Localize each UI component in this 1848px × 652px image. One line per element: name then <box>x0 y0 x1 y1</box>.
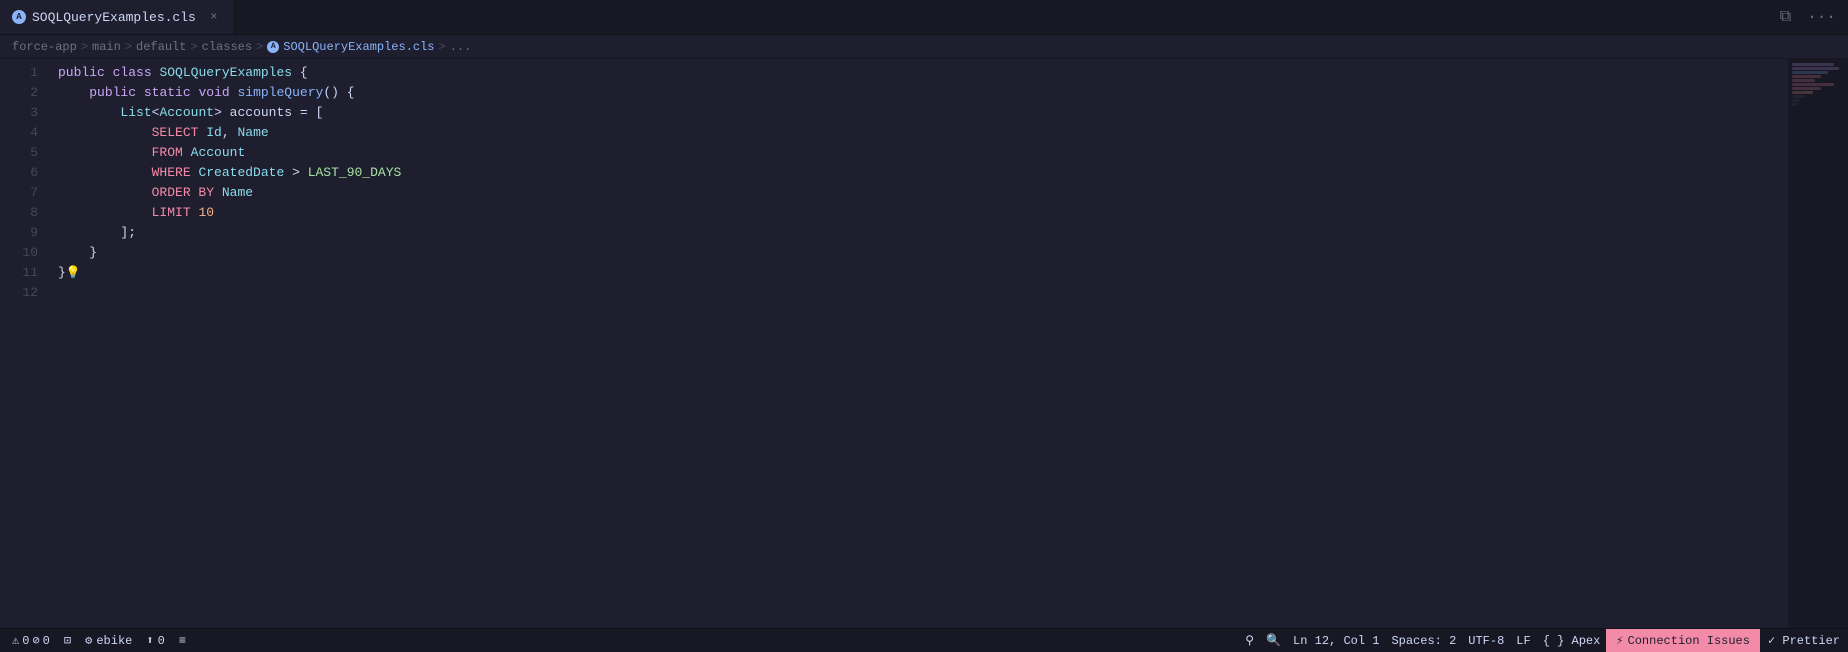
breadcrumb-filename[interactable]: SOQLQueryExamples.cls <box>283 40 434 54</box>
layout-button[interactable]: ⊡ <box>58 633 77 648</box>
code-line-8: LIMIT 10 <box>58 203 1788 223</box>
warning-count-value: 0 <box>22 634 29 648</box>
language-mode[interactable]: { } Apex <box>1537 629 1607 652</box>
menu-button[interactable]: ≡ <box>173 634 192 648</box>
mini-line-3 <box>1792 71 1828 74</box>
code-line-4: SELECT Id, Name <box>58 123 1788 143</box>
minimap <box>1788 59 1848 628</box>
code-line-1: public class SOQLQueryExamples { <box>58 63 1788 83</box>
indentation[interactable]: Spaces: 2 <box>1385 629 1462 652</box>
deploy-icon: ⬆ <box>146 633 153 648</box>
code-line-12 <box>58 283 1788 303</box>
breadcrumb-sep-1: > <box>81 40 88 54</box>
warning-triangle-icon: ⚠ <box>12 633 19 648</box>
layout-icon: ⊡ <box>64 633 71 648</box>
line-num-3: 3 <box>30 103 38 123</box>
status-bar: ⚠ 0 ⊘ 0 ⊡ ⚙ ebike ⬆ 0 ≡ ⚲ 🔍 <box>0 628 1848 652</box>
line-ending[interactable]: LF <box>1510 629 1536 652</box>
code-line-2: public static void simpleQuery() { <box>58 83 1788 103</box>
minimap-content <box>1788 59 1848 111</box>
line-num-12: 12 <box>22 283 38 303</box>
line-num-5: 5 <box>30 143 38 163</box>
connection-issues-button[interactable]: ⚡ Connection Issues <box>1606 629 1760 652</box>
breadcrumb: force-app > main > default > classes > A… <box>0 35 1848 59</box>
search-status-button[interactable]: ⚲ <box>1239 629 1260 652</box>
breadcrumb-sep-5: > <box>439 40 446 54</box>
breadcrumb-ellipsis[interactable]: ... <box>450 40 472 54</box>
mini-line-5 <box>1792 79 1815 82</box>
mini-line-11 <box>1792 103 1797 106</box>
org-icon: ⚙ <box>85 633 92 648</box>
status-bar-right: ⚲ 🔍 Ln 12, Col 1 Spaces: 2 UTF-8 LF { } … <box>1239 629 1848 652</box>
zoom-icon: 🔍 <box>1266 633 1281 648</box>
tab-bar-right: ⧉ ··· <box>1776 6 1848 28</box>
mini-line-9 <box>1792 95 1805 98</box>
zoom-button[interactable]: 🔍 <box>1260 629 1287 652</box>
line-num-2: 2 <box>30 83 38 103</box>
prettier-label: ✓ Prettier <box>1768 633 1840 648</box>
tab-filename: SOQLQueryExamples.cls <box>32 10 196 25</box>
mini-line-6 <box>1792 83 1834 86</box>
org-button[interactable]: ⚙ ebike <box>79 633 138 648</box>
code-line-10: } <box>58 243 1788 263</box>
error-count-value: 0 <box>43 634 50 648</box>
split-editor-button[interactable]: ⧉ <box>1776 6 1795 28</box>
deploy-button[interactable]: ⬆ 0 <box>140 633 170 648</box>
breadcrumb-apex-icon: A <box>267 41 279 53</box>
org-label: ebike <box>96 634 132 648</box>
line-num-6: 6 <box>30 163 38 183</box>
mini-line-10 <box>1792 99 1800 102</box>
mini-line-7 <box>1792 87 1821 90</box>
code-line-7: ORDER BY Name <box>58 183 1788 203</box>
line-num-10: 10 <box>22 243 38 263</box>
line-num-8: 8 <box>30 203 38 223</box>
search-status-icon: ⚲ <box>1245 633 1254 648</box>
breadcrumb-sep-4: > <box>256 40 263 54</box>
tab-bar: A SOQLQueryExamples.cls × ⧉ ··· <box>0 0 1848 35</box>
connection-icon: ⚡ <box>1616 633 1623 648</box>
lightbulb-icon[interactable]: 💡 <box>66 263 81 283</box>
line-num-7: 7 <box>30 183 38 203</box>
apex-file-icon: A <box>12 10 26 24</box>
code-line-3: List<Account> accounts = [ <box>58 103 1788 123</box>
line-num-1: 1 <box>30 63 38 83</box>
line-num-9: 9 <box>30 223 38 243</box>
mini-line-2 <box>1792 67 1839 70</box>
prettier-button[interactable]: ✓ Prettier <box>1760 629 1848 652</box>
breadcrumb-force-app[interactable]: force-app <box>12 40 77 54</box>
connection-label: Connection Issues <box>1628 634 1750 648</box>
mini-line-8 <box>1792 91 1813 94</box>
error-circle-icon: ⊘ <box>32 633 39 648</box>
menu-icon: ≡ <box>179 634 186 648</box>
line-numbers-gutter: 1 2 3 4 5 6 7 8 9 10 11 12 <box>0 59 50 628</box>
line-num-4: 4 <box>30 123 38 143</box>
breadcrumb-default[interactable]: default <box>136 40 186 54</box>
status-bar-left: ⚠ 0 ⊘ 0 ⊡ ⚙ ebike ⬆ 0 ≡ <box>0 633 192 648</box>
code-line-5: FROM Account <box>58 143 1788 163</box>
breadcrumb-main[interactable]: main <box>92 40 121 54</box>
breadcrumb-sep-2: > <box>125 40 132 54</box>
tab-close-button[interactable]: × <box>206 9 222 25</box>
encoding[interactable]: UTF-8 <box>1462 629 1510 652</box>
mini-line-4 <box>1792 75 1821 78</box>
cursor-position[interactable]: Ln 12, Col 1 <box>1287 629 1385 652</box>
code-line-6: WHERE CreatedDate > LAST_90_DAYS <box>58 163 1788 183</box>
code-line-11: }💡 <box>58 263 1788 283</box>
code-editor[interactable]: public class SOQLQueryExamples { public … <box>50 59 1788 628</box>
line-num-11: 11 <box>22 263 38 283</box>
deploy-count: 0 <box>158 634 165 648</box>
warning-error-count[interactable]: ⚠ 0 ⊘ 0 <box>6 633 56 648</box>
active-tab[interactable]: A SOQLQueryExamples.cls × <box>0 0 235 34</box>
editor-container: 1 2 3 4 5 6 7 8 9 10 11 12 public class … <box>0 59 1848 628</box>
breadcrumb-classes[interactable]: classes <box>202 40 252 54</box>
code-line-9: ]; <box>58 223 1788 243</box>
breadcrumb-sep-3: > <box>190 40 197 54</box>
mini-line-1 <box>1792 63 1834 66</box>
more-actions-button[interactable]: ··· <box>1803 6 1840 28</box>
